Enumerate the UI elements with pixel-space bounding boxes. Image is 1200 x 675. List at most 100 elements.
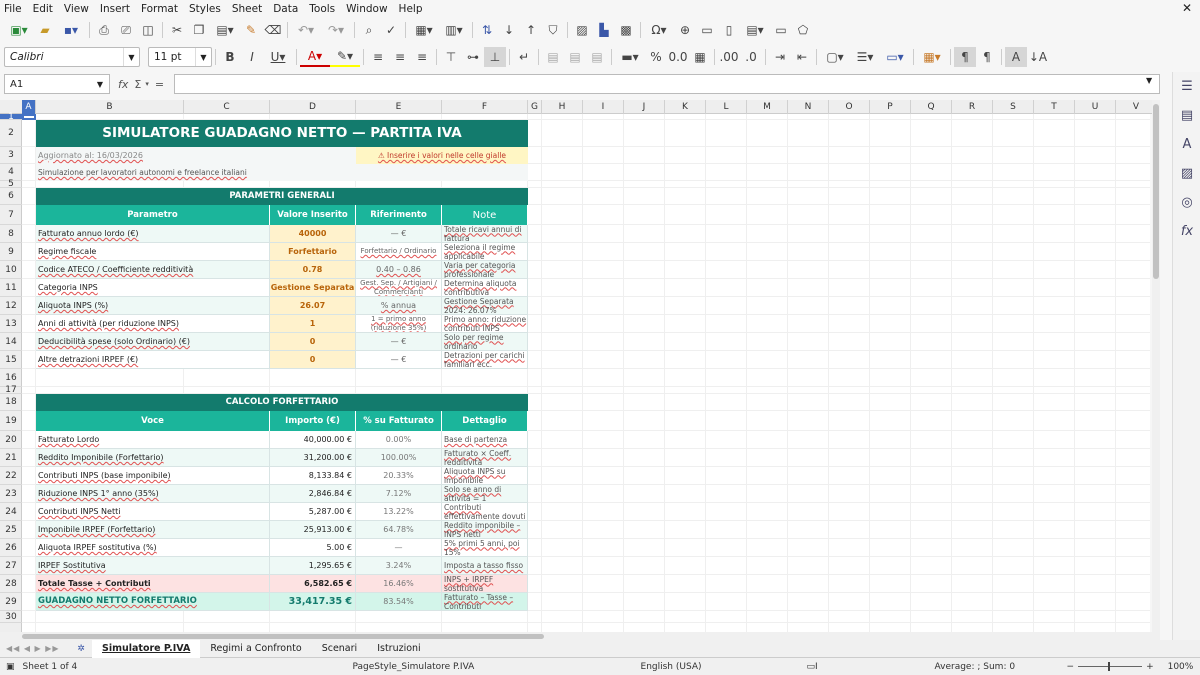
selected-cell-a1[interactable] — [22, 114, 36, 120]
param-note[interactable]: Gestione Separata 2024: 26.07% — [442, 297, 528, 315]
borders-icon[interactable]: ▢▾ — [820, 47, 850, 67]
calc-detail[interactable]: Fatturato – Tasse – Contributi — [442, 593, 528, 611]
param-label[interactable]: Aliquota INPS (%) — [36, 297, 270, 315]
row-header[interactable]: 2 — [0, 120, 22, 147]
selection-mode-icon[interactable]: ▭I — [807, 662, 935, 672]
zoom-in-icon[interactable]: + — [1146, 662, 1154, 672]
param-input[interactable]: 0.78 — [270, 261, 356, 279]
row-header[interactable]: 17 — [0, 385, 22, 395]
font-color-icon[interactable]: A▾ — [300, 47, 330, 67]
row-header[interactable]: 19 — [0, 411, 22, 431]
param-input[interactable]: Gestione Separata — [270, 279, 356, 297]
row-header[interactable]: 21 — [0, 449, 22, 467]
spreadsheet-grid[interactable]: SIMULATORE GUADAGNO NETTO — PARTITA IVA … — [22, 114, 1150, 632]
undo-icon[interactable]: ↶▾ — [291, 20, 321, 40]
calc-column-header[interactable]: Importo (€) — [270, 411, 356, 431]
column-header[interactable]: O — [829, 100, 870, 114]
column-header[interactable]: N — [788, 100, 829, 114]
row-header[interactable]: 12 — [0, 297, 22, 315]
param-input[interactable]: 0 — [270, 333, 356, 351]
row-header[interactable]: 20 — [0, 431, 22, 449]
conditional-format-icon[interactable]: ▦▾ — [917, 47, 947, 67]
row-header[interactable]: 7 — [0, 205, 22, 225]
font-name-combo[interactable]: Calibri ▼ — [4, 47, 140, 67]
calc-amount[interactable]: 25,913.00 € — [270, 521, 356, 539]
column-header[interactable]: C — [184, 100, 270, 114]
chevron-down-icon[interactable]: ▾ — [145, 80, 149, 88]
calc-label[interactable]: Totale Tasse + Contributi — [36, 575, 270, 593]
sum-icon[interactable]: Σ — [134, 78, 141, 91]
calc-amount[interactable]: 6,582.65 € — [270, 575, 356, 593]
increase-indent-icon[interactable]: ⇥ — [769, 47, 791, 67]
calc-amount[interactable]: 31,200.00 € — [270, 449, 356, 467]
tab-simulatore[interactable]: Simulatore P.IVA — [92, 639, 201, 658]
param-input[interactable]: Forfettario — [270, 243, 356, 261]
column-header[interactable]: P — [870, 100, 911, 114]
row-header[interactable]: 23 — [0, 485, 22, 503]
row-header[interactable]: 15 — [0, 351, 22, 369]
hyperlink-icon[interactable]: ⊕ — [674, 20, 696, 40]
new-document-icon[interactable]: ▣▾ — [4, 20, 34, 40]
add-sheet-icon[interactable]: ✲ — [70, 639, 92, 659]
calc-detail[interactable]: 5% primi 5 anni, poi 15% — [442, 539, 528, 557]
sort-descending-icon[interactable]: ↑ — [520, 20, 542, 40]
param-label[interactable]: Deducibilità spese (solo Ordinario) (€) — [36, 333, 270, 351]
calc-label[interactable]: IRPEF Sostitutiva — [36, 557, 270, 575]
column-header[interactable]: I — [583, 100, 624, 114]
row-header[interactable]: 18 — [0, 394, 22, 411]
column-header[interactable]: F — [442, 100, 528, 114]
insert-chart-icon[interactable]: ▙ — [593, 20, 615, 40]
pivot-table-icon[interactable]: ▩ — [615, 20, 637, 40]
insert-image-icon[interactable]: ▨ — [571, 20, 593, 40]
calc-amount[interactable]: 1,295.65 € — [270, 557, 356, 575]
calc-label[interactable]: Aliquota IRPEF sostitutiva (%) — [36, 539, 270, 557]
param-label[interactable]: Categoria INPS — [36, 279, 270, 297]
column-header[interactable]: R — [952, 100, 993, 114]
row-header[interactable]: 24 — [0, 503, 22, 521]
tab-istruzioni[interactable]: Istruzioni — [367, 640, 431, 658]
highlight-color-icon[interactable]: ✎▾ — [330, 47, 360, 67]
row-header[interactable]: 9 — [0, 243, 22, 261]
header-footer-icon[interactable]: ▯ — [718, 20, 740, 40]
calc-label[interactable]: GUADAGNO NETTO FORFETTARIO — [36, 593, 270, 611]
param-reference[interactable]: Forfettario / Ordinario — [356, 243, 442, 261]
expand-formula-icon[interactable]: ▼ — [1146, 76, 1152, 85]
menu-sheet[interactable]: Sheet — [232, 3, 262, 15]
export-pdf-icon[interactable]: ⎙ — [93, 20, 115, 40]
calc-detail[interactable]: Imposta a tasso fisso — [442, 557, 528, 575]
align-left-icon[interactable]: ≡ — [367, 47, 389, 67]
tab-scenari[interactable]: Scenari — [312, 640, 368, 658]
calc-label[interactable]: Contributi INPS (base imponibile) — [36, 467, 270, 485]
column-header[interactable]: H — [542, 100, 583, 114]
name-box[interactable]: A1 ▼ — [4, 74, 110, 94]
calc-amount[interactable]: 8,133.84 € — [270, 467, 356, 485]
underline-icon[interactable]: U▾ — [263, 47, 293, 67]
align-right-icon[interactable]: ≡ — [411, 47, 433, 67]
param-reference[interactable]: 1 = primo anno (riduzione 35%) — [356, 315, 442, 333]
language[interactable]: English (USA) — [641, 662, 807, 672]
column-icon[interactable]: ▥▾ — [439, 20, 469, 40]
param-input[interactable]: 26.07 — [270, 297, 356, 315]
menu-window[interactable]: Window — [346, 3, 387, 15]
print-preview-icon[interactable]: ◫ — [137, 20, 159, 40]
param-reference[interactable]: % annua — [356, 297, 442, 315]
zoom-slider[interactable] — [1078, 662, 1143, 671]
row-header[interactable]: 13 — [0, 315, 22, 333]
redo-icon[interactable]: ↷▾ — [321, 20, 351, 40]
date-format-icon[interactable]: ▦ — [689, 47, 711, 67]
column-header[interactable]: B — [36, 100, 184, 114]
calc-label[interactable]: Contributi INPS Netti — [36, 503, 270, 521]
delete-decimal-icon[interactable]: .0 — [740, 47, 762, 67]
add-decimal-icon[interactable]: .00 — [718, 47, 740, 67]
calc-label[interactable]: Reddito Imponibile (Forfettario) — [36, 449, 270, 467]
copy-icon[interactable]: ❐ — [188, 20, 210, 40]
calc-detail[interactable]: INPS + IRPEF sostitutiva — [442, 575, 528, 593]
align-top-icon[interactable]: ⊤ — [440, 47, 462, 67]
param-note[interactable]: Solo per regime ordinario — [442, 333, 528, 351]
param-reference[interactable]: Gest. Sep. / Artigiani / Commercianti — [356, 279, 442, 297]
calc-percent[interactable]: 13.22% — [356, 503, 442, 521]
sort-icon[interactable]: ⇅ — [476, 20, 498, 40]
param-label[interactable]: Anni di attività (per riduzione INPS) — [36, 315, 270, 333]
vertical-scrollbar[interactable] — [1152, 100, 1160, 632]
calc-column-header[interactable]: % su Fatturato — [356, 411, 442, 431]
